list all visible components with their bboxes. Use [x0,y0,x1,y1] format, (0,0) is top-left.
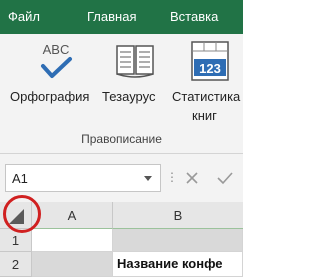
x-icon[interactable] [181,168,203,188]
workbook-statistics-label-line1: Статистика [172,89,241,104]
ribbon-gap [0,154,243,164]
workbook-statistics-button[interactable]: 123 Статистика книг [172,34,243,129]
workbook-statistics-label-line2: книг [192,108,217,123]
tab-insert[interactable]: Вставка [170,0,218,34]
ribbon-review-panel: ABC Орфография Тезаурус 123 Статистика к… [0,34,243,153]
tab-file[interactable]: Файл [8,0,40,34]
check-icon[interactable] [213,168,237,188]
book-icon [116,45,154,78]
formula-bar: A1 ⋮ [0,164,243,194]
spelling-button[interactable]: ABC Орфография [6,34,102,129]
ribbon-tab-bar: Файл Главная Вставка [0,0,243,34]
cell-b2[interactable]: Название конфе [113,252,243,277]
name-box[interactable]: A1 [5,164,161,192]
row-header-1[interactable]: 1 [0,229,32,252]
cell-b1[interactable] [113,229,243,252]
workbook-statistics-icon: 123 [191,41,229,81]
formula-bar-resize-handle[interactable]: ⋮ [166,170,179,184]
group-label-proofing: Правописание [81,132,162,146]
cell-a2[interactable] [32,252,113,277]
highlight-circle [3,195,41,233]
cell-b2-text: Название конфе [117,256,223,271]
tab-home[interactable]: Главная [87,0,136,34]
thesaurus-label: Тезаурус [102,89,156,104]
svg-text:ABC: ABC [43,42,70,57]
spelling-check-icon: ABC [41,42,72,78]
spelling-label: Орфография [10,89,90,104]
chevron-down-icon[interactable] [144,176,152,181]
thesaurus-button[interactable]: Тезаурус [102,34,174,129]
row-header-2[interactable]: 2 [0,252,32,277]
svg-text:123: 123 [199,61,221,76]
cell-a1[interactable] [32,229,113,252]
column-header-a[interactable]: A [32,202,113,229]
column-header-b[interactable]: B [113,202,243,229]
name-box-value: A1 [12,171,28,186]
